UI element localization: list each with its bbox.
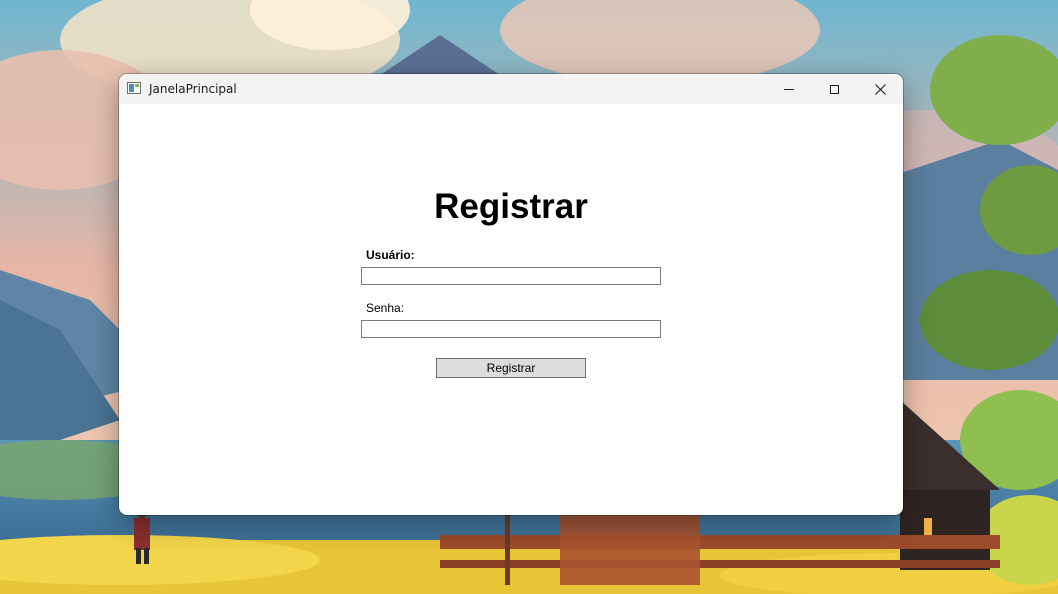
minimize-button[interactable] [766, 74, 812, 104]
maximize-button[interactable] [811, 74, 857, 104]
username-field[interactable] [361, 267, 661, 285]
window-title: JanelaPrincipal [149, 82, 237, 96]
password-field[interactable] [361, 320, 661, 338]
page-title: Registrar [434, 187, 588, 226]
username-label: Usuário: [366, 248, 415, 262]
register-form: Registrar Usuário: Senha: Registrar [119, 104, 903, 515]
title-bar[interactable]: JanelaPrincipal [119, 74, 903, 104]
password-label: Senha: [366, 301, 405, 315]
close-button[interactable] [857, 74, 903, 104]
main-window: JanelaPrincipal Registrar Usuário: Senha… [119, 74, 903, 515]
minimize-icon [784, 88, 794, 90]
maximize-icon [829, 84, 839, 94]
close-icon [874, 83, 886, 95]
app-window-icon [127, 82, 141, 94]
register-button[interactable]: Registrar [436, 358, 586, 378]
